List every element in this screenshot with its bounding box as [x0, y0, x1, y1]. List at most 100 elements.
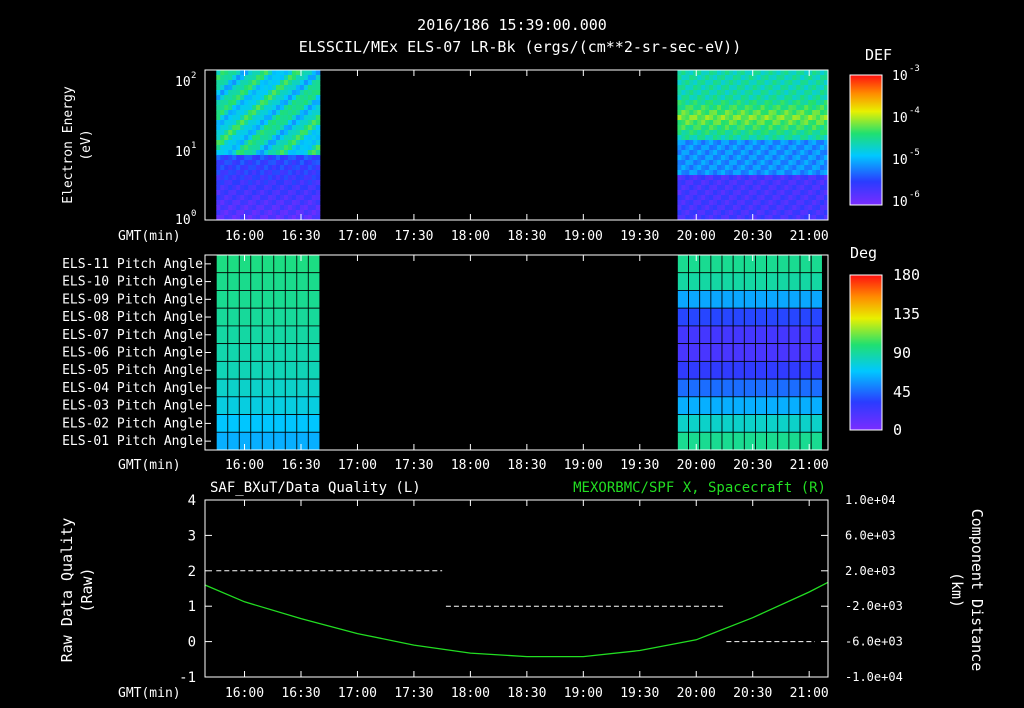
spectrogram-cell	[717, 145, 722, 151]
spectrogram-cell	[724, 165, 730, 171]
spectrogram-cell	[307, 200, 313, 206]
spectrogram-cell	[816, 130, 821, 136]
spectrogram-cell	[796, 195, 801, 201]
spectrogram-cell	[689, 115, 694, 121]
spectrogram-cell	[685, 100, 690, 106]
def-tick-exp: -5	[909, 148, 920, 158]
spectrogram-cell	[709, 120, 714, 126]
pitch-cell	[766, 414, 779, 433]
pitch-cell	[732, 431, 745, 451]
spectrogram-cell	[689, 100, 694, 106]
spectrogram-cell	[776, 115, 781, 121]
spectrogram-cell	[256, 185, 261, 191]
spectrogram-cell	[291, 85, 297, 91]
spectrogram-cell	[812, 120, 817, 126]
spectrogram-cell	[260, 75, 265, 81]
spectrogram-cell	[268, 100, 273, 106]
spectrogram-cell	[283, 160, 289, 166]
spectrogram-cell	[252, 150, 257, 156]
spectrogram-cell	[768, 160, 774, 166]
pitch-cell	[788, 414, 801, 433]
pitch-cell	[261, 431, 275, 451]
spectrogram-cell	[224, 205, 229, 211]
xtick-label: 18:30	[507, 458, 546, 473]
quality-xticks: 16:00 16:30 17:00 17:30 18:00 18:30 19:00 19:30…	[225, 500, 829, 701]
spectrogram-cell	[772, 210, 777, 216]
spectrogram-cell	[760, 70, 766, 76]
spectrogram-cell	[724, 150, 730, 156]
spectrogram-cell	[256, 180, 261, 186]
spectrogram-cell	[752, 165, 758, 171]
pitch-cell	[721, 343, 734, 362]
spectrogram-cell	[299, 100, 305, 106]
spectrogram-cell	[283, 175, 289, 181]
spectrogram-cell	[272, 70, 277, 76]
spectrogram-cell	[701, 200, 706, 206]
spectrogram-cell	[256, 115, 261, 121]
spectrogram-cell	[232, 100, 237, 106]
spectrogram-cell	[744, 130, 750, 136]
spectrogram-cell	[216, 140, 221, 146]
spectrogram-cell	[697, 145, 702, 151]
spectrogram-cell	[796, 90, 801, 96]
spectrogram-cell	[812, 165, 817, 171]
pitch-cell	[743, 325, 756, 345]
spectrogram-cell	[820, 160, 825, 166]
pitch-cell	[777, 325, 790, 345]
pitch-cell	[721, 325, 734, 345]
spectrogram-cell	[772, 205, 777, 211]
spectrogram-cell	[764, 100, 770, 106]
quality-frame	[204, 499, 829, 678]
spectrogram-cell	[236, 175, 241, 181]
spectrogram-cell	[705, 115, 710, 121]
pitch-cell	[810, 290, 823, 309]
pitch-cell	[721, 272, 734, 291]
spectrogram-cell	[295, 180, 301, 186]
spectrogram-cell	[256, 75, 261, 81]
spectrogram-cell	[800, 110, 805, 116]
spectrogram-cell	[796, 80, 801, 86]
spectrogram-cell	[768, 120, 774, 126]
spectrogram-cell	[709, 140, 714, 146]
pitch-cell	[721, 431, 734, 451]
spectrogram-cell	[299, 115, 305, 121]
spectrogram-cell	[728, 185, 734, 191]
spectrogram-cell	[772, 100, 777, 106]
pitch-cell	[215, 414, 229, 433]
spectrogram-cell	[721, 135, 726, 141]
spectrogram-cell	[276, 75, 281, 81]
spectrogram-cell	[717, 85, 722, 91]
spectrogram-cell	[721, 155, 726, 161]
spectrogram-cell	[724, 105, 730, 111]
deg-tick: 90	[893, 344, 911, 362]
spectrogram-cell	[760, 120, 766, 126]
spectrogram-cell	[268, 140, 273, 146]
spectrogram-cell	[820, 110, 825, 116]
spectrogram-cell	[236, 165, 241, 171]
energy-ytick-exp: 1	[191, 141, 196, 151]
spectrogram-cell	[693, 200, 698, 206]
def-tick-exp: -3	[909, 64, 920, 74]
spectrogram-cell	[724, 140, 730, 146]
spectrogram-cell	[291, 200, 297, 206]
spectrogram-cell	[740, 100, 746, 106]
spectrogram-cell	[272, 210, 277, 216]
spectrogram-cell	[717, 90, 722, 96]
spectrogram-cell	[303, 190, 309, 196]
spectrogram-cell	[681, 175, 686, 181]
spectrogram-cell	[705, 140, 710, 146]
spectrogram-cell	[268, 205, 273, 211]
spectrogram-cell	[283, 105, 289, 111]
spectrogram-cell	[232, 150, 237, 156]
spectrogram-cell	[760, 135, 766, 141]
spectrogram-cell	[220, 115, 225, 121]
spectrogram-cell	[713, 100, 718, 106]
spectrogram-cell	[808, 120, 813, 126]
spectrogram-cell	[268, 195, 273, 201]
pitch-cell	[238, 254, 252, 274]
pitch-cell	[743, 414, 756, 433]
spectrogram-cell	[788, 195, 793, 201]
spectrogram-cell	[224, 175, 229, 181]
spectrogram-cell	[820, 70, 825, 76]
spectrogram-cell	[760, 75, 766, 81]
